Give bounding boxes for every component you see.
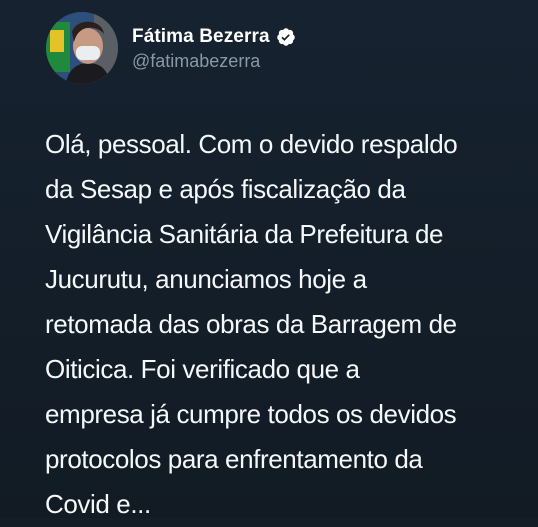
tweet-line: empresa já cumpre todos os devidos xyxy=(45,399,457,429)
tweet-line: Covid e... xyxy=(45,489,151,519)
tweet-line: retomada das obras da Barragem de xyxy=(45,309,457,339)
avatar-photo-icon xyxy=(46,12,118,84)
verified-badge-icon xyxy=(276,27,296,47)
author-display-name[interactable]: Fátima Bezerra xyxy=(132,26,270,48)
tweet-line: protocolos para enfrentamento da xyxy=(45,444,423,474)
tweet-line: Jucurutu, anunciamos hoje a xyxy=(45,264,367,294)
tweet-line: Olá, pessoal. Com o devido respaldo xyxy=(45,129,458,159)
tweet-line: Oiticica. Foi verificado que a xyxy=(45,354,360,384)
author-name-row[interactable]: Fátima Bezerra xyxy=(132,25,296,49)
tweet-line: Vigilância Sanitária da Prefeitura de xyxy=(45,219,444,249)
tweet-card[interactable]: Fátima Bezerra @fatimabezerra Olá, pesso… xyxy=(0,0,538,519)
profile-avatar[interactable] xyxy=(46,12,118,84)
author-handle[interactable]: @fatimabezerra xyxy=(132,51,260,72)
tweet-body: Olá, pessoal. Com o devido respaldo da S… xyxy=(45,122,535,527)
tweet-line: da Sesap e após fiscalização da xyxy=(45,174,406,204)
